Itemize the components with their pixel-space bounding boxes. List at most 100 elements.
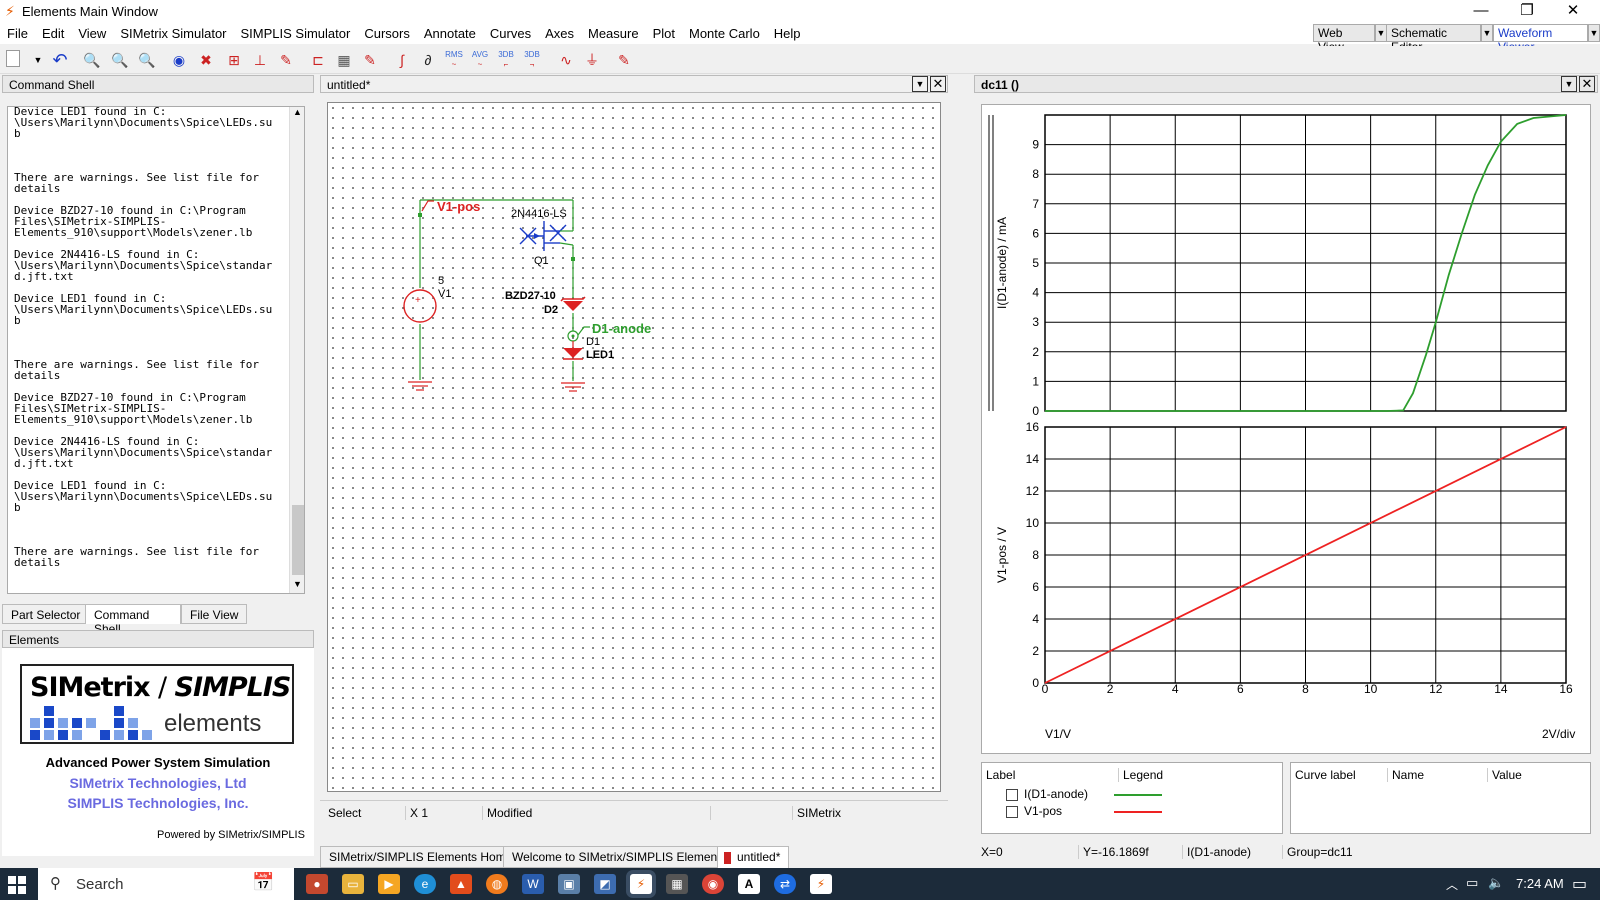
- eye-icon[interactable]: ◉: [169, 50, 189, 70]
- rms-icon[interactable]: RMS ~: [444, 50, 464, 70]
- undo-icon[interactable]: ↶: [50, 50, 70, 70]
- measure-pulse-icon[interactable]: ⏚: [582, 50, 602, 70]
- new-file-icon[interactable]: [6, 50, 20, 67]
- d2-model-label[interactable]: BZD27-10: [505, 290, 556, 302]
- graph-area[interactable]: 0 1 2 3 4 5 6 7 8 9 I(D1-anode) / mA 0 2 4 6 8 10 12 14 16 V…: [981, 104, 1591, 754]
- tab-part-selector[interactable]: Part Selector: [2, 604, 90, 624]
- chrome-icon[interactable]: ◉: [702, 874, 724, 894]
- minimize-button[interactable]: —: [1458, 0, 1504, 24]
- brave-browser-icon[interactable]: ▲: [450, 874, 472, 894]
- file-explorer-icon[interactable]: ▭: [342, 874, 364, 894]
- schematic-editor-dropdown[interactable]: ▼: [1481, 24, 1493, 42]
- new-dropdown-icon[interactable]: ▼: [28, 50, 48, 70]
- tab-file-view[interactable]: File View: [181, 604, 248, 624]
- teams-icon[interactable]: ●: [306, 874, 328, 894]
- waveform-viewer-dropdown[interactable]: ▼: [1588, 24, 1600, 42]
- plot-settings-icon[interactable]: ✎: [614, 50, 634, 70]
- label-axis-icon[interactable]: ⊞: [224, 50, 244, 70]
- 3db-low-icon[interactable]: 3DB ¬: [522, 50, 542, 70]
- net-label-d1-anode[interactable]: D1-anode: [592, 321, 651, 336]
- new-grid-icon[interactable]: ⊏: [308, 50, 328, 70]
- notifications-icon[interactable]: ▭: [1572, 874, 1587, 894]
- menu-plot[interactable]: Plot: [646, 24, 682, 41]
- zoom-out-icon[interactable]: 🔍: [110, 50, 130, 70]
- clock[interactable]: 7:24 AM: [1516, 876, 1564, 891]
- tab-elements-home[interactable]: SIMetrix/SIMPLIS Elements Home: [320, 846, 522, 868]
- led1-label[interactable]: LED1: [586, 349, 614, 361]
- menu-help[interactable]: Help: [767, 24, 808, 41]
- battery-icon[interactable]: ▭: [1466, 875, 1478, 891]
- d2-name-label[interactable]: D2: [544, 304, 558, 316]
- measure-curve-icon[interactable]: ∿: [556, 50, 576, 70]
- firefox-icon[interactable]: ◍: [486, 874, 508, 894]
- schematic-editor-button[interactable]: Schematic Editor: [1386, 24, 1481, 54]
- q1-model-label[interactable]: 2N4416-LS: [511, 208, 567, 220]
- menu-monte-carlo[interactable]: Monte Carlo: [682, 24, 767, 41]
- menu-file[interactable]: File: [0, 24, 35, 41]
- v1-name-label[interactable]: V1: [438, 288, 451, 300]
- teamviewer-icon[interactable]: ⇄: [774, 874, 796, 894]
- tray-chevron-icon[interactable]: ︿: [1446, 876, 1458, 893]
- tab-command-shell[interactable]: Command Shell: [85, 604, 181, 636]
- legend-row-v1-pos[interactable]: V1-pos: [1006, 804, 1276, 818]
- net-label-v1-pos[interactable]: V1-pos: [437, 199, 480, 214]
- schematic-canvas[interactable]: + V1-pos 2N4416-LS Q1 5 V1 BZD27-10 D2 D…: [327, 102, 941, 792]
- windows-start-icon[interactable]: [8, 876, 26, 894]
- menu-simplis-simulator[interactable]: SIMPLIS Simulator: [234, 24, 358, 41]
- edge-browser-icon[interactable]: e: [414, 874, 436, 894]
- waveform-chart[interactable]: 0123456789I(D1-anode) / mA0246810121416V…: [982, 105, 1592, 755]
- command-shell-scrollbar[interactable]: ▲ ▼: [289, 107, 304, 593]
- legend-row-i-d1-anode[interactable]: I(D1-anode): [1006, 787, 1276, 801]
- company-simplis[interactable]: SIMPLIS Technologies, Inc.: [2, 795, 314, 811]
- company-simetrix[interactable]: SIMetrix Technologies, Ltd: [2, 775, 314, 791]
- word-icon[interactable]: W: [522, 874, 544, 894]
- taskbar-search-box[interactable]: ⚲ Search 📅: [38, 868, 294, 900]
- zoom-in-icon[interactable]: 🔍: [82, 50, 102, 70]
- media-player-icon[interactable]: ▶: [378, 874, 400, 894]
- menu-view[interactable]: View: [71, 24, 113, 41]
- schematic-dropdown[interactable]: ▼: [912, 76, 928, 92]
- fourier-icon[interactable]: ∫: [392, 50, 412, 70]
- zoom-full-icon[interactable]: 🔍: [137, 50, 157, 70]
- calculator-icon[interactable]: ▦: [666, 874, 688, 894]
- photos-icon[interactable]: ◩: [594, 874, 616, 894]
- simetrix-editor-taskbar-icon[interactable]: ⚡: [810, 874, 832, 894]
- legend-checkbox[interactable]: [1006, 788, 1018, 801]
- restore-button[interactable]: ❐: [1504, 0, 1550, 24]
- volume-icon[interactable]: 🔈: [1488, 875, 1504, 891]
- legend-label: V1-pos: [1024, 804, 1063, 818]
- scrollbar-thumb[interactable]: [292, 505, 304, 575]
- acrobat-icon[interactable]: A: [738, 874, 760, 894]
- y-tick-label-0: 4: [1032, 286, 1039, 300]
- store-icon[interactable]: ▣: [558, 874, 580, 894]
- menu-measure[interactable]: Measure: [581, 24, 646, 41]
- simetrix-taskbar-icon[interactable]: ⚡: [630, 874, 652, 894]
- waveform-viewer-button[interactable]: Waveform Viewer: [1493, 24, 1588, 54]
- command-shell-output[interactable]: Device LED1 found in C: \Users\Marilynn\…: [7, 106, 305, 594]
- graph-close[interactable]: ✕: [1579, 76, 1595, 92]
- avg-icon[interactable]: AVG ~: [470, 50, 490, 70]
- edit-grid-icon[interactable]: ✎: [360, 50, 380, 70]
- add-axis-icon[interactable]: ⊥: [250, 50, 270, 70]
- 3db-high-icon[interactable]: 3DB ⌐: [496, 50, 516, 70]
- menu-simetrix-simulator[interactable]: SIMetrix Simulator: [113, 24, 233, 41]
- web-view-button[interactable]: Web View: [1313, 24, 1375, 54]
- close-button[interactable]: ✕: [1550, 0, 1596, 24]
- menu-annotate[interactable]: Annotate: [417, 24, 483, 41]
- menu-cursors[interactable]: Cursors: [357, 24, 417, 41]
- schematic-close[interactable]: ✕: [930, 76, 946, 92]
- v1-value-label[interactable]: 5: [438, 275, 444, 287]
- q1-name-label[interactable]: Q1: [534, 255, 549, 267]
- d1-label[interactable]: D1: [586, 336, 600, 348]
- grid-icon[interactable]: ▦: [334, 50, 354, 70]
- graph-dropdown[interactable]: ▼: [1561, 76, 1577, 92]
- derivative-icon[interactable]: ∂: [418, 50, 438, 70]
- menu-edit[interactable]: Edit: [35, 24, 71, 41]
- menu-curves[interactable]: Curves: [483, 24, 538, 41]
- tab-untitled[interactable]: untitled*: [717, 846, 790, 868]
- menu-axes[interactable]: Axes: [538, 24, 581, 41]
- edit-axis-icon[interactable]: ✎: [276, 50, 296, 70]
- delete-curve-icon[interactable]: ✖: [196, 50, 216, 70]
- legend-checkbox[interactable]: [1006, 805, 1018, 818]
- tab-welcome[interactable]: Welcome to SIMetrix/SIMPLIS Elements: [503, 846, 736, 868]
